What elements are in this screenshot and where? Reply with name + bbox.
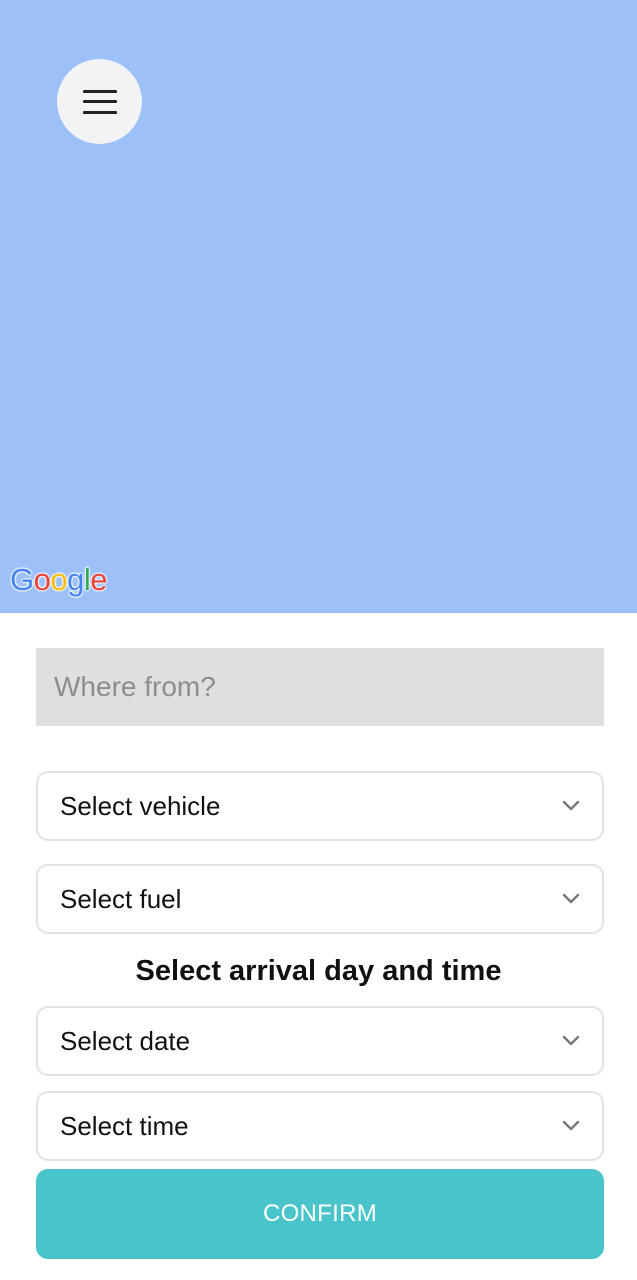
where-from-input[interactable] — [36, 648, 604, 726]
google-logo: Google — [10, 562, 108, 597]
arrival-section-title: Select arrival day and time — [135, 955, 502, 987]
chevron-down-icon — [562, 1032, 580, 1050]
hamburger-menu-icon — [82, 89, 117, 114]
chevron-down-icon — [562, 890, 580, 908]
vehicle-select-label: Select vehicle — [60, 790, 221, 821]
map-view[interactable]: Google — [0, 0, 637, 613]
time-select-label: Select time — [60, 1110, 189, 1141]
confirm-button[interactable]: CONFIRM — [36, 1169, 604, 1259]
chevron-down-icon — [562, 797, 580, 815]
fuel-select[interactable]: Select fuel — [36, 864, 604, 934]
time-select[interactable]: Select time — [36, 1091, 604, 1161]
fuel-select-label: Select fuel — [60, 883, 182, 914]
date-select-label: Select date — [60, 1025, 191, 1056]
chevron-down-icon — [562, 1117, 580, 1135]
vehicle-select[interactable]: Select vehicle — [36, 771, 604, 841]
date-select[interactable]: Select date — [36, 1006, 604, 1076]
menu-button[interactable] — [57, 59, 142, 144]
